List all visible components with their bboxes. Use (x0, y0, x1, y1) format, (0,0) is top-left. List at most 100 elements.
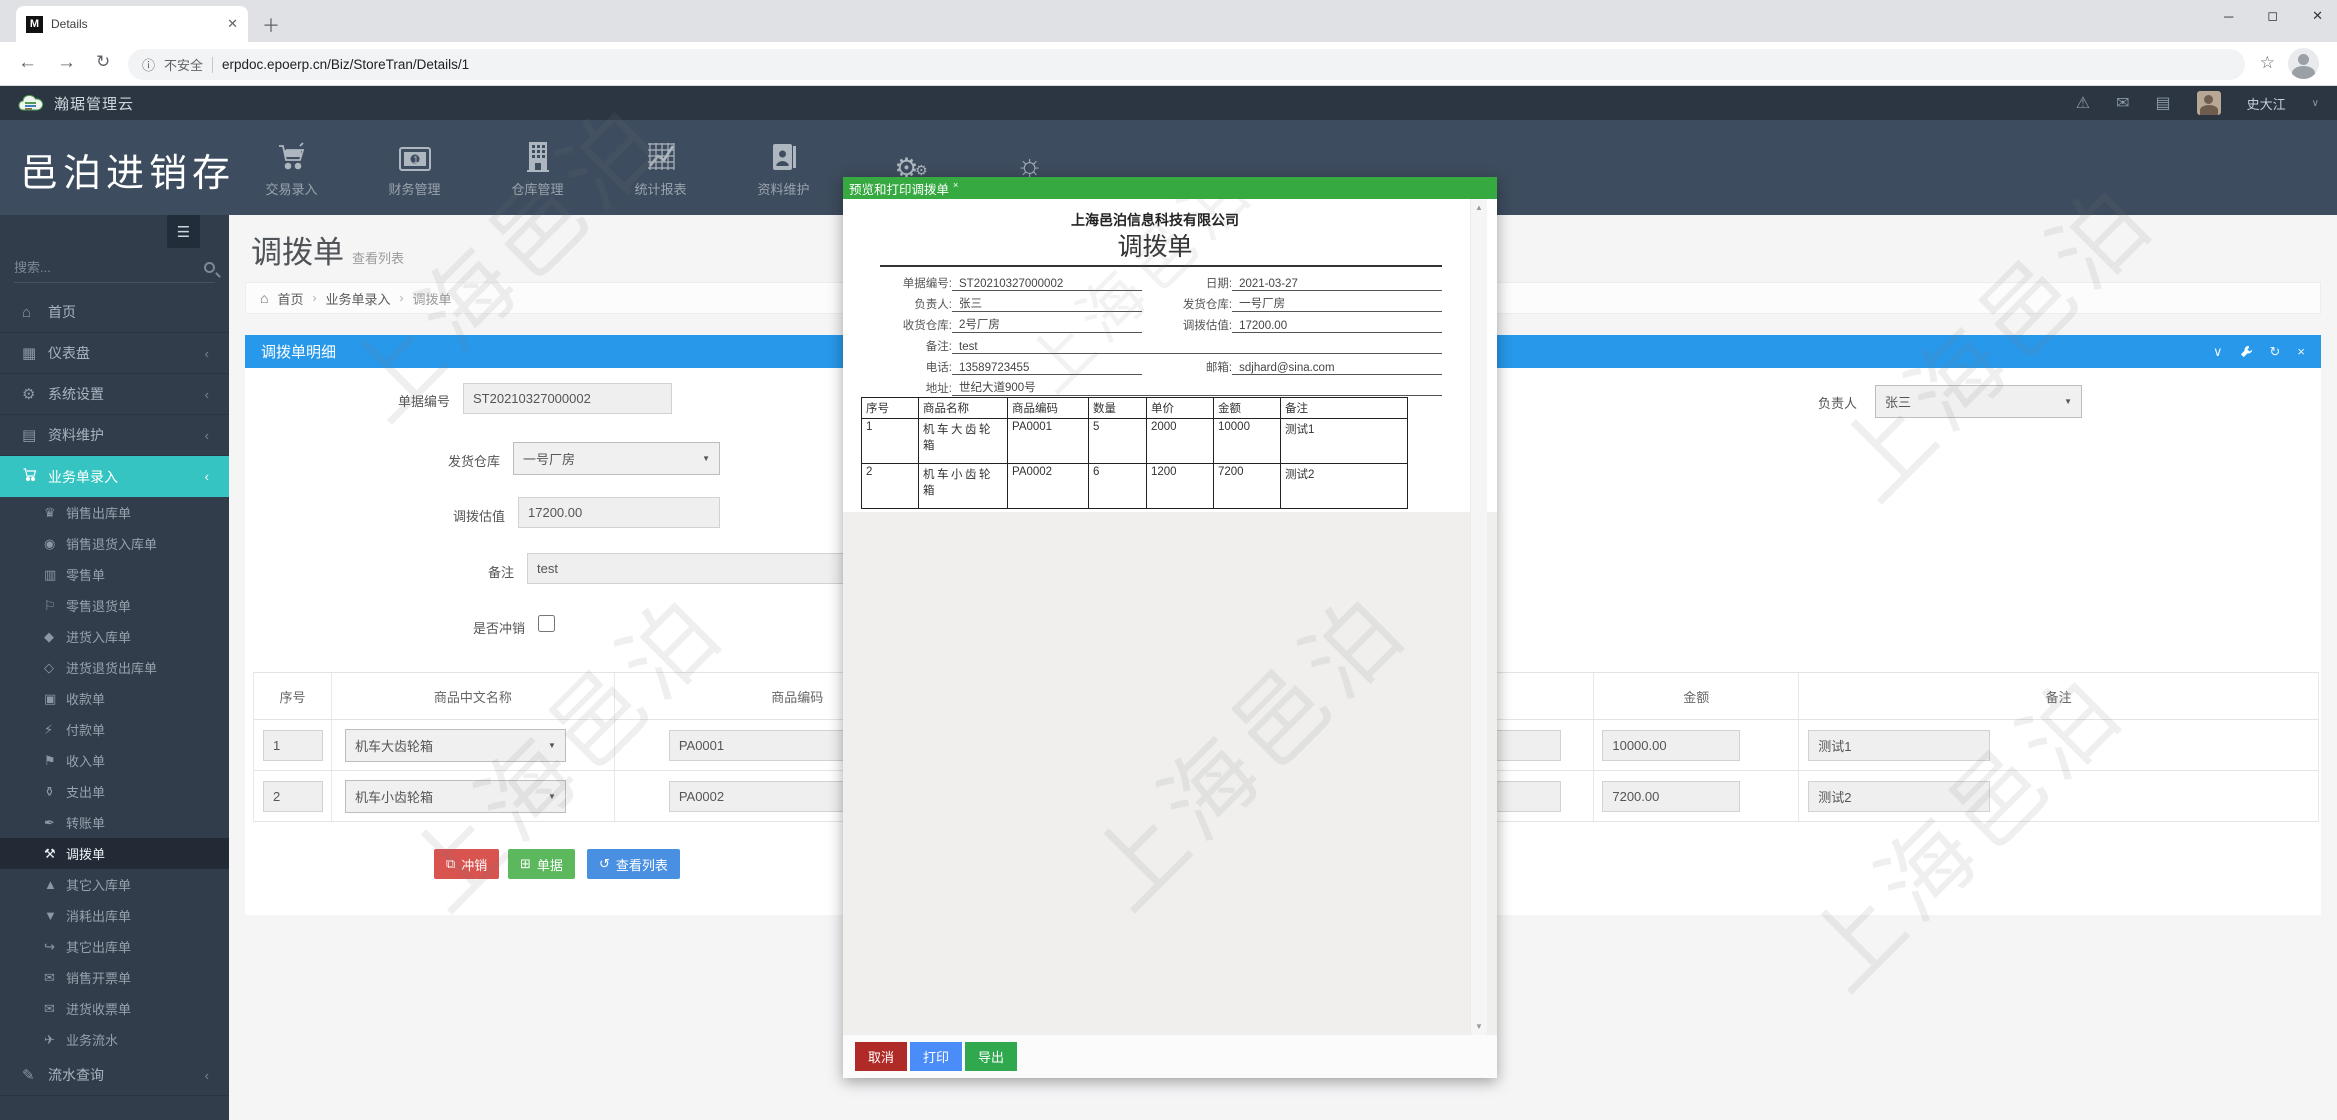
breadcrumb-home[interactable]: 首页 (277, 289, 303, 308)
browser-tabstrip: M Details ✕ ＋ ─ ◻ ✕ (0, 0, 2337, 42)
window-close-icon[interactable]: ✕ (2312, 8, 2323, 24)
sidebar-subitem-other-in[interactable]: ▲ 其它入库单 (0, 869, 229, 900)
sidebar-subitem-purchase-invoice[interactable]: ✉ 进货收票单 (0, 993, 229, 1024)
row-note-input[interactable] (1808, 780, 1991, 812)
row-no-input[interactable] (263, 729, 323, 761)
dashboard-icon: ▦ (22, 345, 37, 362)
row-no-input[interactable] (263, 780, 323, 812)
sidebar-item-dashboard[interactable]: ▦ 仪表盘 ‹ (0, 333, 229, 374)
bookmark-star-icon[interactable]: ☆ (2260, 53, 2275, 73)
alert-icon[interactable]: ⚠ (2076, 93, 2090, 113)
forward-icon[interactable]: → (57, 52, 76, 74)
user-name[interactable]: 史大江 (2247, 94, 2286, 113)
undo-icon: ↺ (599, 856, 610, 871)
sidebar-subitem-purchase-return-out[interactable]: ◇ 进货退货出库单 (0, 652, 229, 683)
top-nav-finance[interactable]: 1 财务管理 (353, 120, 476, 215)
sidebar-subitem-expense[interactable]: ⚱ 支出单 (0, 776, 229, 807)
sidebar-item-business-entry[interactable]: 业务单录入 ‹ (0, 456, 229, 497)
field-value: test (952, 341, 1442, 354)
writeoff-checkbox[interactable] (538, 615, 555, 632)
hamburger-icon: ☰ (176, 223, 191, 241)
new-tab-button[interactable]: ＋ (262, 12, 280, 38)
sidebar-subitem-retail-return[interactable]: ⚐ 零售退货单 (0, 590, 229, 621)
print-button[interactable]: 打印 (910, 1042, 963, 1071)
search-input[interactable] (14, 260, 204, 275)
sidebar-item-home[interactable]: ⌂ 首页 (0, 292, 229, 333)
row-product-select[interactable]: 机车大齿轮箱 ▼ (344, 728, 566, 762)
browser-profile-avatar[interactable] (2288, 48, 2319, 79)
user-menu-chevron-icon[interactable]: ∨ (2312, 98, 2319, 109)
top-nav-warehouse[interactable]: 仓库管理 (476, 120, 599, 215)
from-warehouse-select[interactable]: 一号厂房 ▼ (513, 442, 720, 475)
sidebar-subitem-business-flow[interactable]: ✈ 业务流水 (0, 1024, 229, 1055)
writeoff-label: 是否冲销 (472, 621, 525, 636)
scroll-up-icon[interactable]: ▲ (1471, 203, 1487, 212)
transfer-value-input[interactable] (518, 497, 720, 528)
sidebar-subitem-receipt[interactable]: ▣ 收款单 (0, 683, 229, 714)
wrench-icon[interactable] (2240, 345, 2253, 358)
sidebar-item-flow-query[interactable]: ✎ 流水查询 ‹ (0, 1055, 229, 1096)
back-icon[interactable]: ← (18, 52, 37, 74)
sidebar-subitem-transfer-order[interactable]: ⚒ 调拨单 (0, 838, 229, 869)
top-nav-transactions[interactable]: 交易录入 (230, 120, 353, 215)
panel-close-icon[interactable]: × (2297, 344, 2305, 359)
mail-icon[interactable]: ✉ (2116, 93, 2129, 113)
info-icon[interactable]: ⓘ (142, 55, 155, 74)
row-amount-input[interactable] (1602, 729, 1741, 761)
modal-title: 预览和打印调拨单 (849, 182, 950, 197)
row-amount-input[interactable] (1602, 780, 1741, 812)
sidebar-subitem-transfer-account[interactable]: ✒ 转账单 (0, 807, 229, 838)
sidebar-menu: ⌂ 首页 ▦ 仪表盘 ‹ ⚙ 系统设置 ‹ ▤ 资料维护 ‹ 业务单录入 ‹ ♛ 销售出库单 ◉ 销… (0, 292, 229, 1096)
sidebar-subitem-sales-return-in[interactable]: ◉ 销售退货入库单 (0, 528, 229, 559)
gavel-icon: ⚒ (44, 845, 56, 861)
modal-scrollbar[interactable]: ▲ ▼ (1470, 199, 1487, 1035)
sidebar-subitem-purchase-in[interactable]: ◆ 进货入库单 (0, 621, 229, 652)
row-product-select[interactable]: 机车小齿轮箱 ▼ (344, 779, 566, 813)
col-header-note: 备注 (1799, 673, 2320, 719)
reload-icon[interactable]: ↻ (96, 52, 110, 72)
page-title: 调拨单 查看列表 (251, 235, 405, 270)
view-list-button[interactable]: ↺ 查看列表 (587, 849, 680, 879)
export-button[interactable]: 导出 (965, 1042, 1018, 1071)
field-label: 电话: (925, 362, 952, 374)
sidebar-subitem-sales-out[interactable]: ♛ 销售出库单 (0, 497, 229, 528)
sidebar-subitem-other-out[interactable]: ↪ 其它出库单 (0, 931, 229, 962)
top-nav-data[interactable]: 资料维护 (722, 120, 845, 215)
window-minimize-icon[interactable]: ─ (2224, 9, 2233, 24)
tab-close-icon[interactable]: ✕ (227, 16, 238, 32)
browser-tab[interactable]: M Details ✕ (16, 6, 248, 42)
url-text[interactable]: erpdoc.epoerp.cn/Biz/StoreTran/Details/1 (222, 57, 469, 72)
user-avatar[interactable] (2196, 91, 2221, 115)
collapse-icon[interactable]: ∨ (2213, 344, 2223, 360)
from-warehouse-label: 发货仓库 (447, 454, 500, 469)
sidebar-toggle-button[interactable]: ☰ (167, 215, 200, 248)
modal-close-icon[interactable]: × (953, 180, 958, 190)
sidebar-subitem-consume-out[interactable]: ▼ 消耗出库单 (0, 900, 229, 931)
breadcrumb-business-entry[interactable]: 业务单录入 (325, 289, 390, 308)
manager-select[interactable]: 张三 ▼ (1875, 385, 2082, 418)
sidebar-subitem-income[interactable]: ⚑ 收入单 (0, 745, 229, 776)
document-button[interactable]: ⊞ 单据 (508, 849, 575, 879)
scroll-down-icon[interactable]: ▼ (1471, 1022, 1487, 1031)
sidebar-subitem-retail[interactable]: ▥ 零售单 (0, 559, 229, 590)
sidebar-subitem-payment[interactable]: ⚡ 付款单 (0, 714, 229, 745)
ink-icon: ⚱ (44, 783, 55, 799)
building-icon (525, 138, 551, 172)
search-icon[interactable] (204, 262, 215, 273)
divider (880, 265, 1442, 267)
sidebar-subitem-sales-invoice[interactable]: ✉ 销售开票单 (0, 962, 229, 993)
doc-no-input[interactable] (463, 383, 672, 414)
top-nav-reports[interactable]: 统计报表 (599, 120, 722, 215)
home-icon: ⌂ (22, 303, 32, 321)
field-label: 地址: (925, 383, 952, 395)
url-divider (212, 56, 214, 73)
writeoff-button[interactable]: ⧉ 冲销 (434, 849, 500, 879)
window-maximize-icon[interactable]: ◻ (2267, 8, 2278, 24)
refresh-icon[interactable]: ↻ (2270, 344, 2281, 360)
url-bar[interactable]: ⓘ 不安全 erpdoc.epoerp.cn/Biz/StoreTran/Det… (128, 49, 2245, 80)
server-list-icon[interactable]: ▤ (2156, 93, 2171, 113)
row-note-input[interactable] (1808, 729, 1991, 761)
sidebar-item-data-maintenance[interactable]: ▤ 资料维护 ‹ (0, 415, 229, 456)
sidebar-item-settings[interactable]: ⚙ 系统设置 ‹ (0, 374, 229, 415)
cancel-button[interactable]: 取消 (855, 1042, 908, 1071)
